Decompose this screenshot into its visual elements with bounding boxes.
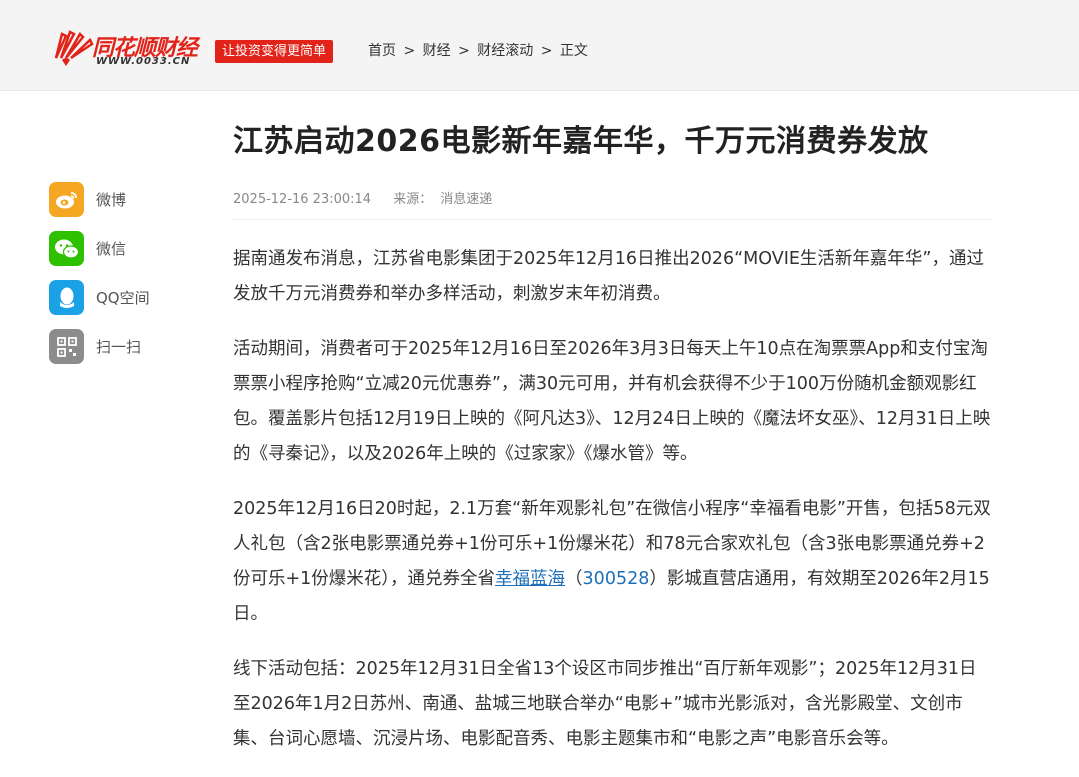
weibo-icon [49, 182, 84, 217]
share-wechat-button[interactable]: 微信 [49, 231, 150, 266]
stock-code-link[interactable]: 300528 [583, 569, 650, 589]
qq-penguin-icon [49, 280, 84, 315]
share-sidebar: 微博 微信 QQ空间 扫一扫 [49, 182, 150, 378]
article-meta: 2025-12-16 23:00:14 来源： 消息速递 [233, 188, 993, 220]
breadcrumb-separator: > [458, 43, 470, 59]
logo-fan-icon [54, 30, 94, 66]
share-scan-button[interactable]: 扫一扫 [49, 329, 150, 364]
qr-code-icon [49, 329, 84, 364]
article-paragraph: 2025年12月16日20时起，2.1万套“新年观影礼包”在微信小程序“幸福看电… [233, 492, 993, 632]
breadcrumb: 首页 > 财经 > 财经滚动 > 正文 [368, 41, 588, 61]
breadcrumb-current: 正文 [559, 43, 588, 59]
share-qzone-button[interactable]: QQ空间 [49, 280, 150, 315]
article-title: 江苏启动2026电影新年嘉年华，千万元消费券发放 [233, 124, 929, 159]
breadcrumb-finance-link[interactable]: 财经 [423, 43, 451, 59]
breadcrumb-separator: > [403, 43, 416, 59]
breadcrumb-separator: > [540, 43, 553, 59]
share-wechat-label: 微信 [96, 240, 127, 258]
wechat-icon [49, 231, 84, 266]
logo-url: WWW.0033.CN [96, 56, 191, 67]
paragraph-text: （ [565, 569, 583, 589]
stock-name-link[interactable]: 幸福蓝海 [495, 569, 565, 589]
source-name: 消息速递 [440, 192, 493, 207]
source-label: 来源： [393, 192, 433, 207]
publish-time: 2025-12-16 23:00:14 [233, 192, 372, 207]
site-logo[interactable]: 同花顺财经 WWW.0033.CN [52, 28, 212, 72]
share-scan-label: 扫一扫 [96, 338, 142, 356]
article-paragraph: 活动期间，消费者可于2025年12月16日至2026年3月3日每天上午10点在淘… [233, 339, 991, 464]
share-weibo-button[interactable]: 微博 [49, 182, 150, 217]
article-paragraph: 线下活动包括：2025年12月31日全省13个设区市同步推出“百厅新年观影”；2… [233, 659, 977, 749]
article: 江苏启动2026电影新年嘉年华，千万元消费券发放 2025-12-16 23:0… [233, 120, 993, 777]
article-paragraph: 据南通发布消息，江苏省电影集团于2025年12月16日推出2026“MOVIE生… [233, 249, 984, 304]
share-weibo-label: 微博 [96, 191, 127, 209]
breadcrumb-rolling-link[interactable]: 财经滚动 [477, 43, 533, 59]
breadcrumb-home-link[interactable]: 首页 [368, 43, 396, 59]
slogan-badge: 让投资变得更简单 [215, 40, 334, 63]
share-qzone-label: QQ空间 [96, 289, 150, 307]
site-header: 同花顺财经 WWW.0033.CN 让投资变得更简单 首页 > 财经 > 财经滚… [0, 0, 1079, 91]
